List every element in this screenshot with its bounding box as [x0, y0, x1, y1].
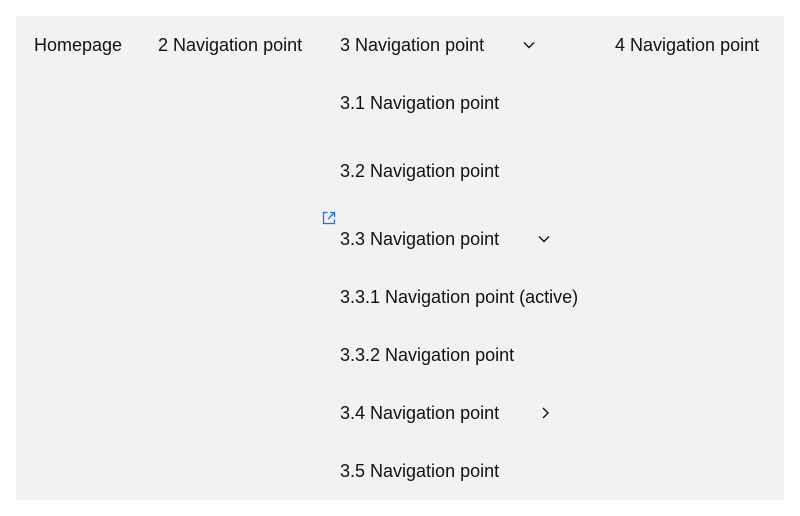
- nav-item-homepage[interactable]: Homepage: [34, 34, 122, 56]
- nav-item-3-5[interactable]: 3.5 Navigation point: [340, 460, 499, 482]
- nav-item-label: 4 Navigation point: [615, 35, 760, 55]
- nav-item-label: 3.5 Navigation point: [340, 461, 500, 481]
- nav-item-4[interactable]: 4 Navigation point: [615, 34, 759, 56]
- nav-item-label: 3.3.2 Navigation point: [340, 345, 515, 365]
- nav-item-label: 3.2 Navigation point: [340, 161, 500, 181]
- nav-item-label: Homepage: [34, 35, 123, 55]
- nav-item-label: 3.1 Navigation point: [340, 93, 500, 113]
- nav-item-3-3-1-active[interactable]: 3.3.1 Navigation point (active): [340, 286, 578, 308]
- nav-item-label: 3.3 Navigation point: [340, 229, 500, 249]
- chevron-down-icon[interactable]: [522, 38, 536, 52]
- nav-item-3-4[interactable]: 3.4 Navigation point: [340, 402, 499, 424]
- nav-item-label: 3 Navigation point: [340, 35, 485, 55]
- nav-item-3-2[interactable]: 3.2 Navigation point: [340, 160, 499, 182]
- nav-item-3[interactable]: 3 Navigation point: [340, 34, 484, 56]
- nav-item-label: 2 Navigation point: [158, 35, 303, 55]
- nav-item-3-1[interactable]: 3.1 Navigation point: [340, 92, 499, 114]
- nav-item-3-3[interactable]: 3.3 Navigation point: [340, 228, 499, 250]
- external-link-icon[interactable]: [321, 210, 337, 226]
- nav-item-label: 3.4 Navigation point: [340, 403, 500, 423]
- navigation-panel: Homepage 2 Navigation point 3 Navigation…: [16, 16, 784, 500]
- nav-item-label: 3.3.1 Navigation point (active): [340, 287, 579, 307]
- chevron-right-icon[interactable]: [538, 406, 552, 420]
- chevron-down-icon[interactable]: [537, 232, 551, 246]
- nav-item-3-3-2[interactable]: 3.3.2 Navigation point: [340, 344, 514, 366]
- nav-item-2[interactable]: 2 Navigation point: [158, 34, 302, 56]
